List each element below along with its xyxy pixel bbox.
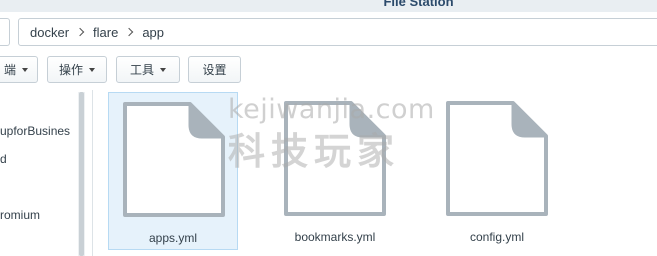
partial-menu-label: 端 <box>3 63 16 77</box>
file-name: apps.yml <box>148 231 198 245</box>
file-name: config.yml <box>469 230 525 244</box>
partial-menu-button[interactable]: 端 <box>0 56 38 83</box>
sidebar-item[interactable]: romium <box>0 208 40 222</box>
file-item-apps[interactable]: apps.yml <box>108 92 238 250</box>
sidebar-scroll-thumb[interactable] <box>79 92 84 256</box>
settings-label: 设置 <box>202 63 227 77</box>
path-bar[interactable]: docker flare app <box>18 18 657 46</box>
breadcrumb-docker[interactable]: docker <box>28 25 71 40</box>
app-title: File Station <box>383 0 454 9</box>
caret-down-icon <box>22 67 28 72</box>
action-menu-button[interactable]: 操作 <box>47 56 107 83</box>
caret-down-icon <box>89 67 95 72</box>
chevron-right-icon <box>125 27 134 37</box>
sidebar-item[interactable]: d <box>0 152 7 166</box>
pane-divider <box>92 90 93 256</box>
chevron-right-icon <box>75 27 85 37</box>
file-icon <box>123 102 225 217</box>
file-icon <box>446 101 548 216</box>
file-item-config[interactable]: config.yml <box>432 92 562 250</box>
settings-button[interactable]: 设置 <box>188 56 241 83</box>
back-button[interactable] <box>0 18 10 46</box>
tools-menu-button[interactable]: 工具 <box>116 56 180 83</box>
file-name: bookmarks.yml <box>294 230 376 244</box>
breadcrumb-flare[interactable]: flare <box>91 25 120 40</box>
tools-menu-label: 工具 <box>129 63 154 77</box>
breadcrumb-app[interactable]: app <box>140 25 166 40</box>
action-menu-label: 操作 <box>58 63 83 77</box>
sidebar: upforBusines d romium <box>0 90 80 256</box>
title-bar: File Station <box>0 0 657 12</box>
file-item-bookmarks[interactable]: bookmarks.yml <box>270 92 400 250</box>
caret-down-icon <box>160 67 166 72</box>
sidebar-item[interactable]: upforBusines <box>0 124 70 138</box>
file-icon <box>284 101 386 216</box>
